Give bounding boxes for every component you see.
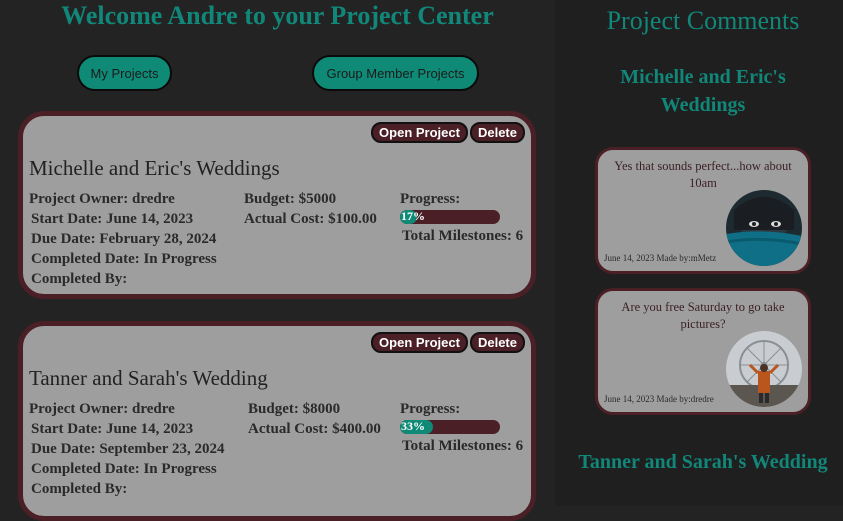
project-card: Open Project Delete Michelle and Eric's …: [18, 111, 536, 299]
total-milestones: Total Milestones: 6: [402, 438, 524, 454]
start-date: Start Date: June 14, 2023: [31, 421, 194, 437]
group-member-projects-button[interactable]: Group Member Projects: [312, 55, 479, 91]
budget: Budget: $8000: [248, 401, 341, 417]
due-date: Due Date: February 28, 2024: [31, 231, 217, 247]
progress-bar: 33%: [400, 420, 500, 434]
project-owner: Project Owner: dredre: [29, 401, 175, 417]
project-card: Open Project Delete Tanner and Sarah's W…: [18, 321, 536, 521]
start-date: Start Date: June 14, 2023: [31, 211, 194, 227]
completed-date: Completed Date: In Progress: [31, 251, 217, 267]
comment-card: Yes that sounds perfect...how about 10am…: [595, 147, 811, 274]
project-comments-panel: Project Comments Michelle and Eric's Wed…: [555, 0, 843, 506]
woman-face-avatar: [726, 190, 802, 266]
comment-group-title: Tanner and Sarah's Wedding: [578, 451, 828, 473]
completed-by: Completed By:: [31, 481, 128, 497]
completed-date: Completed Date: In Progress: [31, 461, 217, 477]
project-owner: Project Owner: dredre: [29, 191, 175, 207]
project-title: Michelle and Eric's Weddings: [29, 156, 280, 180]
progress-heading: Progress:: [400, 401, 461, 417]
completed-by: Completed By:: [31, 271, 128, 287]
budget: Budget: $5000: [244, 191, 337, 207]
actual-cost: Actual Cost: $400.00: [248, 421, 381, 437]
project-title: Tanner and Sarah's Wedding: [29, 366, 268, 390]
total-milestones: Total Milestones: 6: [402, 228, 524, 244]
ferris-wheel-avatar: [726, 331, 802, 407]
comment-meta: June 14, 2023 Made by:mMetz: [604, 253, 717, 263]
comment-card: Are you free Saturday to go take picture…: [595, 288, 811, 415]
my-projects-button[interactable]: My Projects: [77, 55, 172, 91]
open-project-button[interactable]: Open Project: [371, 332, 468, 353]
comment-meta: June 14, 2023 Made by:dredre: [604, 394, 714, 404]
delete-button[interactable]: Delete: [469, 122, 525, 143]
due-date: Due Date: September 23, 2024: [31, 441, 225, 457]
comment-group-title: Michelle and Eric's Weddings: [620, 66, 786, 116]
progress-percent: 17%: [401, 210, 425, 223]
comment-text: Are you free Saturday to go take picture…: [621, 300, 785, 331]
welcome-title: Welcome Andre to your Project Center: [61, 1, 494, 30]
comments-title: Project Comments: [606, 6, 800, 35]
actual-cost: Actual Cost: $100.00: [244, 211, 377, 227]
progress-percent: 33%: [401, 420, 425, 433]
delete-button[interactable]: Delete: [469, 332, 525, 353]
progress-bar: 17%: [400, 210, 500, 224]
open-project-button[interactable]: Open Project: [371, 122, 468, 143]
project-center-panel: Welcome Andre to your Project Center My …: [0, 0, 555, 521]
comment-text: Yes that sounds perfect...how about 10am: [614, 159, 792, 190]
progress-heading: Progress:: [400, 191, 461, 207]
